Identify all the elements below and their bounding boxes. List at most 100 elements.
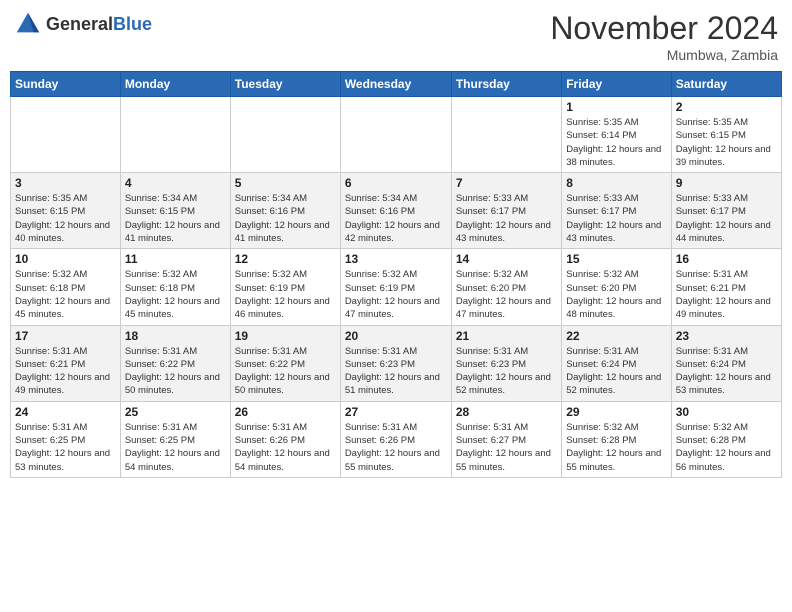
day-number: 18 [125,329,226,343]
day-info: Sunrise: 5:31 AM Sunset: 6:21 PM Dayligh… [15,345,116,398]
day-info: Sunrise: 5:32 AM Sunset: 6:28 PM Dayligh… [566,421,666,474]
day-number: 21 [456,329,557,343]
calendar-cell: 15 Sunrise: 5:32 AM Sunset: 6:20 PM Dayli… [562,249,671,325]
day-number: 9 [676,176,777,190]
day-info: Sunrise: 5:31 AM Sunset: 6:24 PM Dayligh… [676,345,777,398]
logo-icon [14,10,42,38]
weekday-header: Tuesday [230,72,340,97]
calendar-cell: 6 Sunrise: 5:34 AM Sunset: 6:16 PM Daylig… [340,173,451,249]
calendar-cell: 27 Sunrise: 5:31 AM Sunset: 6:26 PM Dayli… [340,401,451,477]
day-number: 7 [456,176,557,190]
calendar-cell: 12 Sunrise: 5:32 AM Sunset: 6:19 PM Dayli… [230,249,340,325]
calendar-week-row: 24 Sunrise: 5:31 AM Sunset: 6:25 PM Dayli… [11,401,782,477]
day-info: Sunrise: 5:32 AM Sunset: 6:20 PM Dayligh… [566,268,666,321]
day-info: Sunrise: 5:32 AM Sunset: 6:18 PM Dayligh… [125,268,226,321]
day-number: 17 [15,329,116,343]
day-info: Sunrise: 5:31 AM Sunset: 6:23 PM Dayligh… [456,345,557,398]
calendar-week-row: 3Sunrise: 5:35 AM Sunset: 6:15 PM Daylig… [11,173,782,249]
day-number: 6 [345,176,447,190]
calendar-cell: 13 Sunrise: 5:32 AM Sunset: 6:19 PM Dayli… [340,249,451,325]
day-info: Sunrise: 5:32 AM Sunset: 6:28 PM Dayligh… [676,421,777,474]
weekday-header: Thursday [451,72,561,97]
day-info: Sunrise: 5:33 AM Sunset: 6:17 PM Dayligh… [456,192,557,245]
day-number: 4 [125,176,226,190]
day-info: Sunrise: 5:33 AM Sunset: 6:17 PM Dayligh… [676,192,777,245]
calendar-cell: 17 Sunrise: 5:31 AM Sunset: 6:21 PM Dayli… [11,325,121,401]
calendar-cell [11,97,121,173]
page-header: GeneralBlue November 2024 Mumbwa, Zambia [10,10,782,63]
day-info: Sunrise: 5:35 AM Sunset: 6:15 PM Dayligh… [676,116,777,169]
day-number: 13 [345,252,447,266]
day-info: Sunrise: 5:31 AM Sunset: 6:24 PM Dayligh… [566,345,666,398]
day-info: Sunrise: 5:32 AM Sunset: 6:19 PM Dayligh… [235,268,336,321]
day-info: Sunrise: 5:35 AM Sunset: 6:15 PM Dayligh… [15,192,116,245]
weekday-header: Saturday [671,72,781,97]
weekday-header: Friday [562,72,671,97]
day-info: Sunrise: 5:33 AM Sunset: 6:17 PM Dayligh… [566,192,666,245]
calendar-cell: 22 Sunrise: 5:31 AM Sunset: 6:24 PM Dayli… [562,325,671,401]
calendar-cell: 5Sunrise: 5:34 AM Sunset: 6:16 PM Daylig… [230,173,340,249]
day-number: 2 [676,100,777,114]
logo: GeneralBlue [14,10,152,38]
day-number: 19 [235,329,336,343]
day-info: Sunrise: 5:31 AM Sunset: 6:26 PM Dayligh… [235,421,336,474]
calendar-cell: 1 Sunrise: 5:35 AM Sunset: 6:14 PM Daylig… [562,97,671,173]
calendar-cell: 21 Sunrise: 5:31 AM Sunset: 6:23 PM Dayli… [451,325,561,401]
calendar-cell: 19 Sunrise: 5:31 AM Sunset: 6:22 PM Dayli… [230,325,340,401]
day-info: Sunrise: 5:34 AM Sunset: 6:16 PM Dayligh… [235,192,336,245]
calendar-cell: 14 Sunrise: 5:32 AM Sunset: 6:20 PM Dayli… [451,249,561,325]
calendar-cell: 9 Sunrise: 5:33 AM Sunset: 6:17 PM Daylig… [671,173,781,249]
month-title: November 2024 [550,10,778,47]
calendar-cell [120,97,230,173]
weekday-header: Wednesday [340,72,451,97]
calendar-cell: 16Sunrise: 5:31 AM Sunset: 6:21 PM Dayli… [671,249,781,325]
day-number: 16 [676,252,777,266]
calendar-cell: 20Sunrise: 5:31 AM Sunset: 6:23 PM Dayli… [340,325,451,401]
calendar-cell: 25 Sunrise: 5:31 AM Sunset: 6:25 PM Dayli… [120,401,230,477]
calendar-week-row: 10 Sunrise: 5:32 AM Sunset: 6:18 PM Dayli… [11,249,782,325]
day-number: 27 [345,405,447,419]
day-info: Sunrise: 5:31 AM Sunset: 6:22 PM Dayligh… [235,345,336,398]
day-number: 1 [566,100,666,114]
calendar-cell: 26Sunrise: 5:31 AM Sunset: 6:26 PM Dayli… [230,401,340,477]
day-number: 30 [676,405,777,419]
calendar-week-row: 17 Sunrise: 5:31 AM Sunset: 6:21 PM Dayli… [11,325,782,401]
day-info: Sunrise: 5:35 AM Sunset: 6:14 PM Dayligh… [566,116,666,169]
day-number: 14 [456,252,557,266]
calendar-cell: 23 Sunrise: 5:31 AM Sunset: 6:24 PM Dayli… [671,325,781,401]
weekday-header: Monday [120,72,230,97]
day-info: Sunrise: 5:31 AM Sunset: 6:23 PM Dayligh… [345,345,447,398]
day-info: Sunrise: 5:34 AM Sunset: 6:16 PM Dayligh… [345,192,447,245]
calendar-cell: 29Sunrise: 5:32 AM Sunset: 6:28 PM Dayli… [562,401,671,477]
logo-blue-text: Blue [113,14,152,34]
calendar-cell: 28Sunrise: 5:31 AM Sunset: 6:27 PM Dayli… [451,401,561,477]
logo-general-text: General [46,14,113,34]
day-number: 23 [676,329,777,343]
weekday-header: Sunday [11,72,121,97]
calendar-cell: 3Sunrise: 5:35 AM Sunset: 6:15 PM Daylig… [11,173,121,249]
day-number: 12 [235,252,336,266]
day-number: 24 [15,405,116,419]
calendar-cell: 7 Sunrise: 5:33 AM Sunset: 6:17 PM Daylig… [451,173,561,249]
day-number: 10 [15,252,116,266]
calendar-week-row: 1 Sunrise: 5:35 AM Sunset: 6:14 PM Daylig… [11,97,782,173]
calendar-cell: 4Sunrise: 5:34 AM Sunset: 6:15 PM Daylig… [120,173,230,249]
calendar-cell [451,97,561,173]
day-number: 25 [125,405,226,419]
day-info: Sunrise: 5:32 AM Sunset: 6:18 PM Dayligh… [15,268,116,321]
calendar-cell: 24Sunrise: 5:31 AM Sunset: 6:25 PM Dayli… [11,401,121,477]
calendar-cell [230,97,340,173]
day-number: 22 [566,329,666,343]
day-info: Sunrise: 5:31 AM Sunset: 6:25 PM Dayligh… [125,421,226,474]
day-info: Sunrise: 5:31 AM Sunset: 6:22 PM Dayligh… [125,345,226,398]
day-number: 15 [566,252,666,266]
day-number: 8 [566,176,666,190]
day-info: Sunrise: 5:31 AM Sunset: 6:26 PM Dayligh… [345,421,447,474]
day-info: Sunrise: 5:31 AM Sunset: 6:27 PM Dayligh… [456,421,557,474]
calendar-cell: 8 Sunrise: 5:33 AM Sunset: 6:17 PM Daylig… [562,173,671,249]
calendar-cell: 10 Sunrise: 5:32 AM Sunset: 6:18 PM Dayli… [11,249,121,325]
day-info: Sunrise: 5:32 AM Sunset: 6:19 PM Dayligh… [345,268,447,321]
day-info: Sunrise: 5:32 AM Sunset: 6:20 PM Dayligh… [456,268,557,321]
calendar-cell: 11Sunrise: 5:32 AM Sunset: 6:18 PM Dayli… [120,249,230,325]
calendar-header-row: SundayMondayTuesdayWednesdayThursdayFrid… [11,72,782,97]
